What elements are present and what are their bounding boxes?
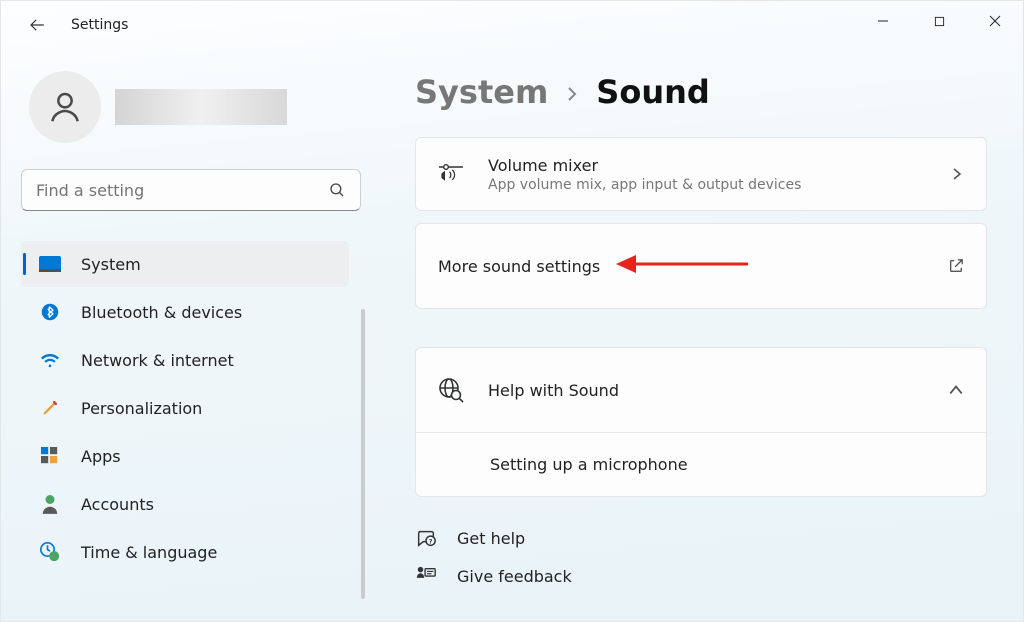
app-title: Settings [71, 17, 128, 33]
bluetooth-icon [39, 301, 61, 323]
card-title: Volume mixer [488, 156, 926, 175]
sidebar-item-personalization[interactable]: Personalization [21, 385, 349, 431]
sidebar: System Bluetooth & devices Network & int… [1, 49, 361, 621]
wifi-icon [39, 349, 61, 371]
sidebar-item-system[interactable]: System [21, 241, 349, 287]
link-get-help[interactable]: ? Get help [415, 527, 987, 549]
window-controls [855, 1, 1023, 41]
display-icon [39, 253, 61, 275]
sidebar-scrollbar[interactable] [361, 309, 365, 599]
avatar [29, 71, 101, 143]
open-external-icon [948, 258, 964, 274]
chevron-right-icon [950, 167, 964, 181]
sidebar-item-label: Network & internet [81, 351, 234, 370]
card-more-sound-settings[interactable]: More sound settings [415, 223, 987, 309]
minimize-button[interactable] [855, 1, 911, 41]
breadcrumb-separator [566, 85, 578, 103]
sidebar-item-label: System [81, 255, 141, 274]
card-help-with-sound: Help with Sound Setting up a microphone [415, 347, 987, 497]
sidebar-item-accounts[interactable]: Accounts [21, 481, 349, 527]
chat-help-icon: ? [415, 527, 437, 549]
apps-icon [39, 445, 61, 467]
maximize-button[interactable] [911, 1, 967, 41]
nav: System Bluetooth & devices Network & int… [21, 241, 349, 575]
sidebar-item-label: Bluetooth & devices [81, 303, 242, 322]
card-title: More sound settings [438, 257, 924, 276]
help-subitem-microphone[interactable]: Setting up a microphone [416, 432, 986, 496]
search-field[interactable] [36, 181, 316, 200]
link-label: Get help [457, 529, 525, 548]
footer-links: ? Get help Give feedback [415, 527, 987, 587]
svg-text:?: ? [429, 538, 433, 546]
back-button[interactable] [21, 9, 53, 41]
card-volume-mixer[interactable]: Volume mixer App volume mix, app input &… [415, 137, 987, 211]
sidebar-item-label: Accounts [81, 495, 154, 514]
close-button[interactable] [967, 1, 1023, 41]
breadcrumb: System Sound [415, 73, 987, 111]
search-input[interactable] [21, 169, 361, 211]
breadcrumb-parent[interactable]: System [415, 73, 548, 111]
sidebar-item-network[interactable]: Network & internet [21, 337, 349, 383]
sidebar-item-label: Time & language [81, 543, 217, 562]
link-label: Give feedback [457, 567, 572, 586]
help-header[interactable]: Help with Sound [416, 348, 986, 432]
search-icon [328, 181, 346, 199]
card-subtitle: App volume mix, app input & output devic… [488, 177, 926, 193]
person-icon [39, 493, 61, 515]
link-give-feedback[interactable]: Give feedback [415, 565, 987, 587]
clock-globe-icon [39, 541, 61, 563]
content: System Sound Volume mixer App volume mix [361, 49, 1023, 621]
sidebar-item-time-language[interactable]: Time & language [21, 529, 349, 575]
user-profile[interactable] [21, 71, 349, 143]
sidebar-item-bluetooth[interactable]: Bluetooth & devices [21, 289, 349, 335]
mixer-icon [438, 162, 464, 186]
sidebar-item-label: Personalization [81, 399, 202, 418]
subitem-label: Setting up a microphone [490, 455, 688, 474]
sidebar-item-apps[interactable]: Apps [21, 433, 349, 479]
globe-search-icon [438, 377, 464, 403]
paintbrush-icon [39, 397, 61, 419]
breadcrumb-current: Sound [596, 73, 710, 111]
sidebar-item-label: Apps [81, 447, 121, 466]
feedback-icon [415, 565, 437, 587]
user-name-redacted [115, 89, 287, 125]
chevron-up-icon [948, 382, 964, 398]
card-title: Help with Sound [488, 381, 924, 400]
